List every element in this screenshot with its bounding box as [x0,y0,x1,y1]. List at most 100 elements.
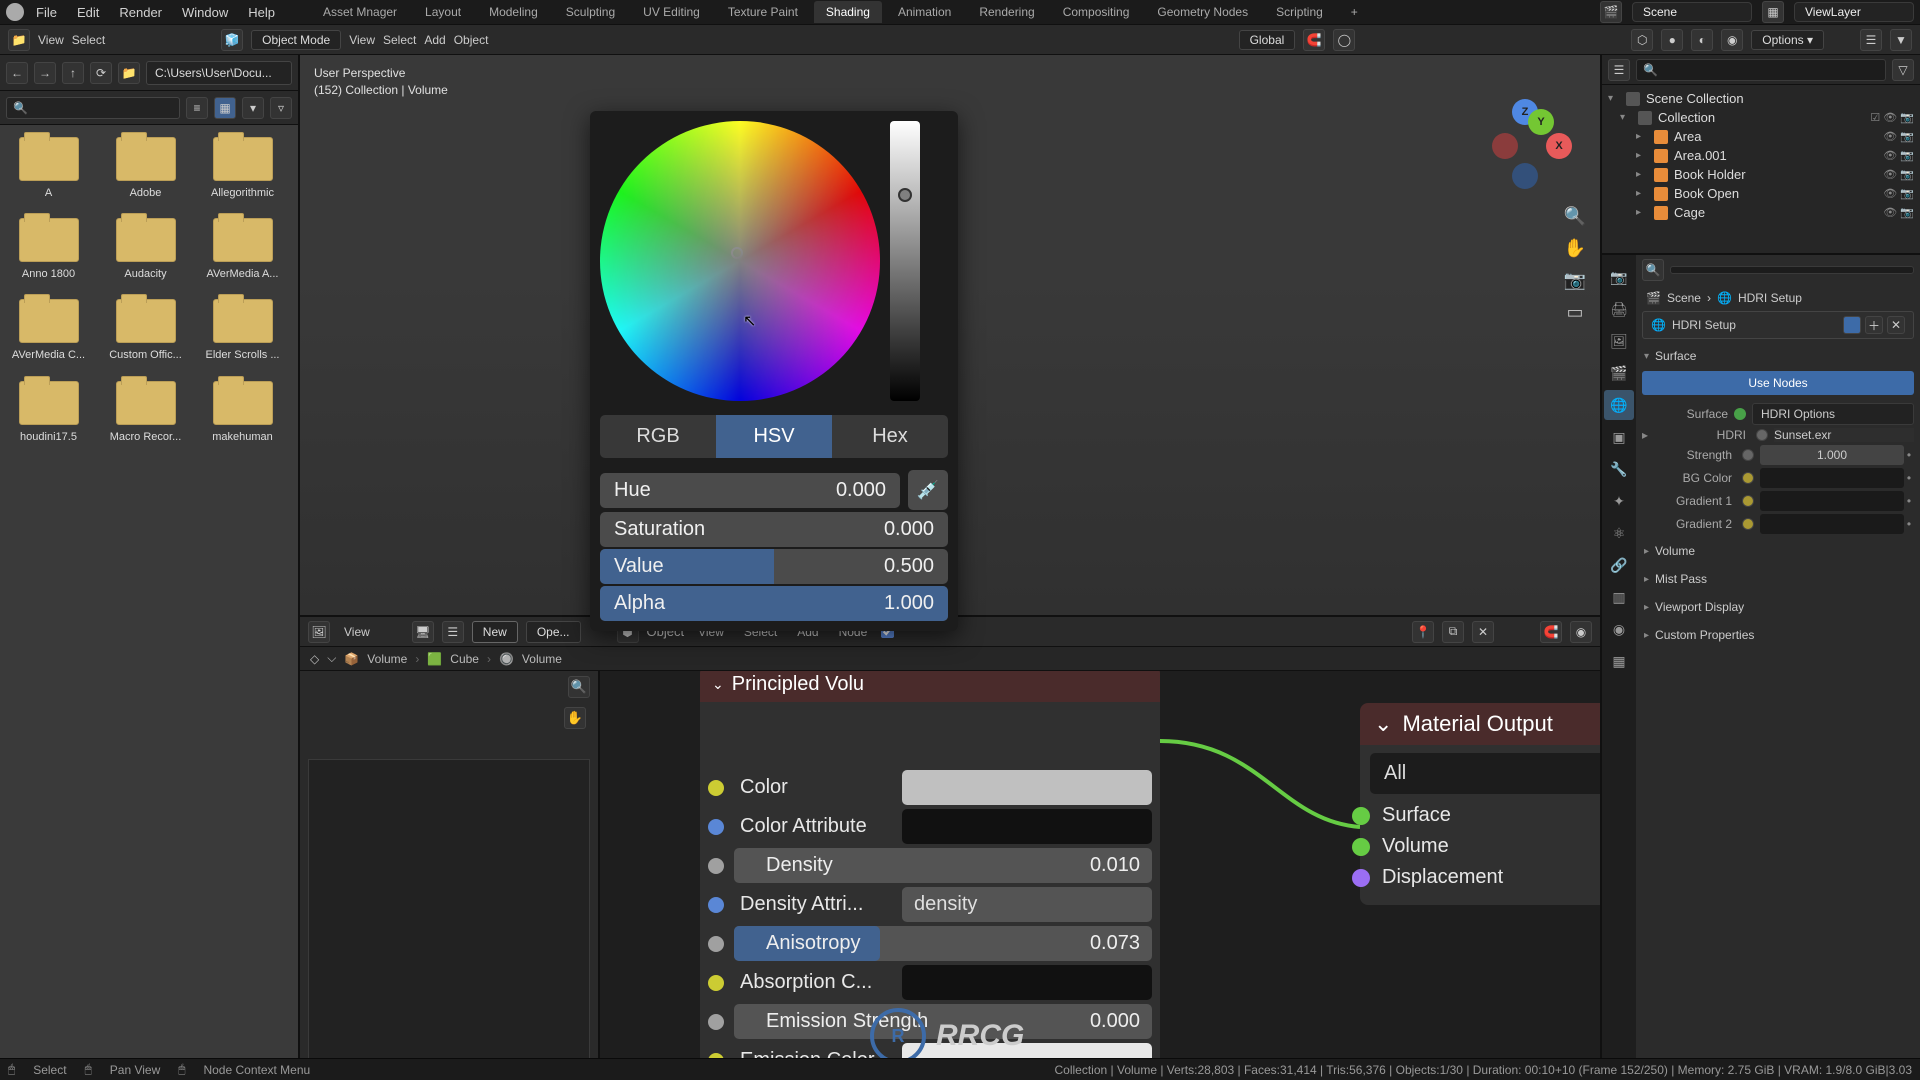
surface-value-field[interactable]: HDRI Options [1752,403,1914,425]
tab-sculpting[interactable]: Sculpting [554,1,627,23]
tab-rendering[interactable]: Rendering [967,1,1046,23]
volume-section-header[interactable]: ▸Volume [1642,540,1914,562]
value-slider[interactable] [890,121,920,401]
outliner-mode-icon[interactable]: ☰ [1608,59,1630,81]
viewport-editor-icon[interactable]: 🧊 [221,29,243,51]
menu-render[interactable]: Render [111,1,170,24]
color-attr-field[interactable] [902,809,1152,844]
expand-hdri-icon[interactable]: ▸ [1642,428,1656,442]
outliner-object-row[interactable]: ▸Book Holder👁 📷 [1604,165,1918,184]
absorption-socket[interactable] [708,975,724,991]
folder-item[interactable]: Custom Offic... [103,299,188,362]
proptab-constraint-icon[interactable]: 🔗 [1604,550,1634,580]
node-copy-icon[interactable]: ⧉ [1442,621,1464,643]
value-slider-handle[interactable] [898,188,912,202]
shading-solid-icon[interactable]: ● [1661,29,1683,51]
shading-wireframe-icon[interactable]: ⬡ [1631,29,1653,51]
mode-dropdown[interactable]: Object Mode [251,30,341,50]
outliner-search-input[interactable]: 🔍 [1636,59,1886,81]
value-field[interactable]: Value0.500 [600,549,948,584]
prop-search-icon[interactable]: 🔍 [1642,259,1664,281]
proptab-data-icon[interactable]: ▥ [1604,582,1634,612]
object-toggles[interactable]: 👁 📷 [1883,206,1914,219]
world-fake-user-icon[interactable] [1843,316,1861,334]
use-nodes-button[interactable]: Use Nodes [1642,371,1914,395]
aniso-socket[interactable] [708,936,724,952]
anisotropy-field[interactable]: Anisotropy0.073 [734,926,1152,961]
viewlayer-name-field[interactable]: ViewLayer [1794,2,1914,22]
display-thumb-icon[interactable]: ▦ [214,97,236,119]
density-socket[interactable] [708,858,724,874]
tab-animation[interactable]: Animation [886,1,963,23]
viewport-object-menu[interactable]: Object [454,33,489,47]
tab-modeling[interactable]: Modeling [477,1,550,23]
volume-input-socket[interactable] [1352,838,1370,856]
surface-link-dot[interactable] [1734,408,1746,420]
axis-minus-z-icon[interactable] [1512,163,1538,189]
displacement-input-socket[interactable] [1352,869,1370,887]
axis-y-icon[interactable]: Y [1528,109,1554,135]
gradient2-swatch[interactable] [1760,514,1904,534]
color-wheel[interactable] [600,121,880,401]
proptab-render-icon[interactable]: 📷 [1604,262,1634,292]
camera-icon[interactable]: 📷 [1564,269,1586,291]
folder-item[interactable]: Audacity [103,218,188,281]
colormode-hsv[interactable]: HSV [716,415,832,458]
file-search-input[interactable]: 🔍 [6,97,180,119]
folder-item[interactable]: Anno 1800 [6,218,91,281]
nav-up-icon[interactable]: ↑ [62,62,84,84]
collapse-icon[interactable]: ⌄ [712,676,724,693]
zoom-icon[interactable]: 🔍 [1564,205,1586,227]
strength-keyframe-icon[interactable]: • [1904,448,1914,462]
density-field[interactable]: Density0.010 [734,848,1152,883]
tab-compositing[interactable]: Compositing [1051,1,1142,23]
colormode-rgb[interactable]: RGB [600,415,716,458]
folder-item[interactable]: Elder Scrolls ... [200,299,285,362]
hdri-value-field[interactable]: Sunset.exr [1774,428,1914,442]
eyedropper-icon[interactable]: 💉 [908,470,948,510]
nav-refresh-icon[interactable]: ⟳ [90,62,112,84]
world-datablock-field[interactable]: 🌐 HDRI Setup ＋ ✕ [1642,311,1914,339]
proptab-texture-icon[interactable]: ▦ [1604,646,1634,676]
object-toggles[interactable]: 👁 📷 [1883,187,1914,200]
proptab-material-icon[interactable]: ◉ [1604,614,1634,644]
filebrowser-select-menu[interactable]: Select [72,33,105,47]
pin-icon[interactable]: 📍 [1412,621,1434,643]
proptab-viewlayer-icon[interactable]: 🖼 [1604,326,1634,356]
nav-gizmo[interactable]: Z Y X [1492,105,1572,185]
tab-uv-editing[interactable]: UV Editing [631,1,712,23]
world-unlink-icon[interactable]: ✕ [1887,316,1905,334]
outliner-object-row[interactable]: ▸Area👁 📷 [1604,127,1918,146]
outliner-filter-icon[interactable]: ▼ [1890,29,1912,51]
viewportdisplay-section-header[interactable]: ▸Viewport Display [1642,596,1914,618]
image-editor-icon[interactable]: 🖼 [308,621,330,643]
folder-item[interactable]: Allegorithmic [200,137,285,200]
proptab-output-icon[interactable]: 🖨 [1604,294,1634,324]
display-list-icon[interactable]: ≡ [186,97,208,119]
orientation-dropdown[interactable]: Global [1239,30,1296,50]
customprops-section-header[interactable]: ▸Custom Properties [1642,624,1914,646]
tab-shading[interactable]: Shading [814,1,882,23]
pan-preview-icon[interactable]: ✋ [564,707,586,729]
bgcolor-swatch[interactable] [1760,468,1904,488]
pan-hand-icon[interactable]: ✋ [1564,237,1586,259]
outliner-editor-icon[interactable]: ☰ [1860,29,1882,51]
principled-volume-node[interactable]: ⌄Principled Volu Color Color Attribute D… [700,671,1160,1058]
preview-grid[interactable] [308,759,590,1058]
proptab-object-icon[interactable]: ▣ [1604,422,1634,452]
image-new-button[interactable]: New [472,621,518,643]
alpha-field[interactable]: Alpha1.000 [600,586,948,621]
tab-texture-paint[interactable]: Texture Paint [716,1,810,23]
tab-asset-manager[interactable]: Asset Mnager [311,1,409,23]
menu-help[interactable]: Help [240,1,283,24]
colormode-hex[interactable]: Hex [832,415,948,458]
filebrowser-editor-icon[interactable]: 📁 [8,29,30,51]
absorption-swatch[interactable] [902,965,1152,1000]
node-close-icon[interactable]: ✕ [1472,621,1494,643]
collapse-output-icon[interactable]: ⌄ [1374,711,1392,737]
scene-collection-item[interactable]: Scene Collection [1646,91,1914,106]
strength-field[interactable]: 1.000 [1760,445,1904,465]
world-new-icon[interactable]: ＋ [1865,316,1883,334]
color-picker-popup[interactable]: RGB HSV Hex Hue0.000 💉 Saturation0.000 V… [590,111,958,631]
menu-file[interactable]: File [28,1,65,24]
